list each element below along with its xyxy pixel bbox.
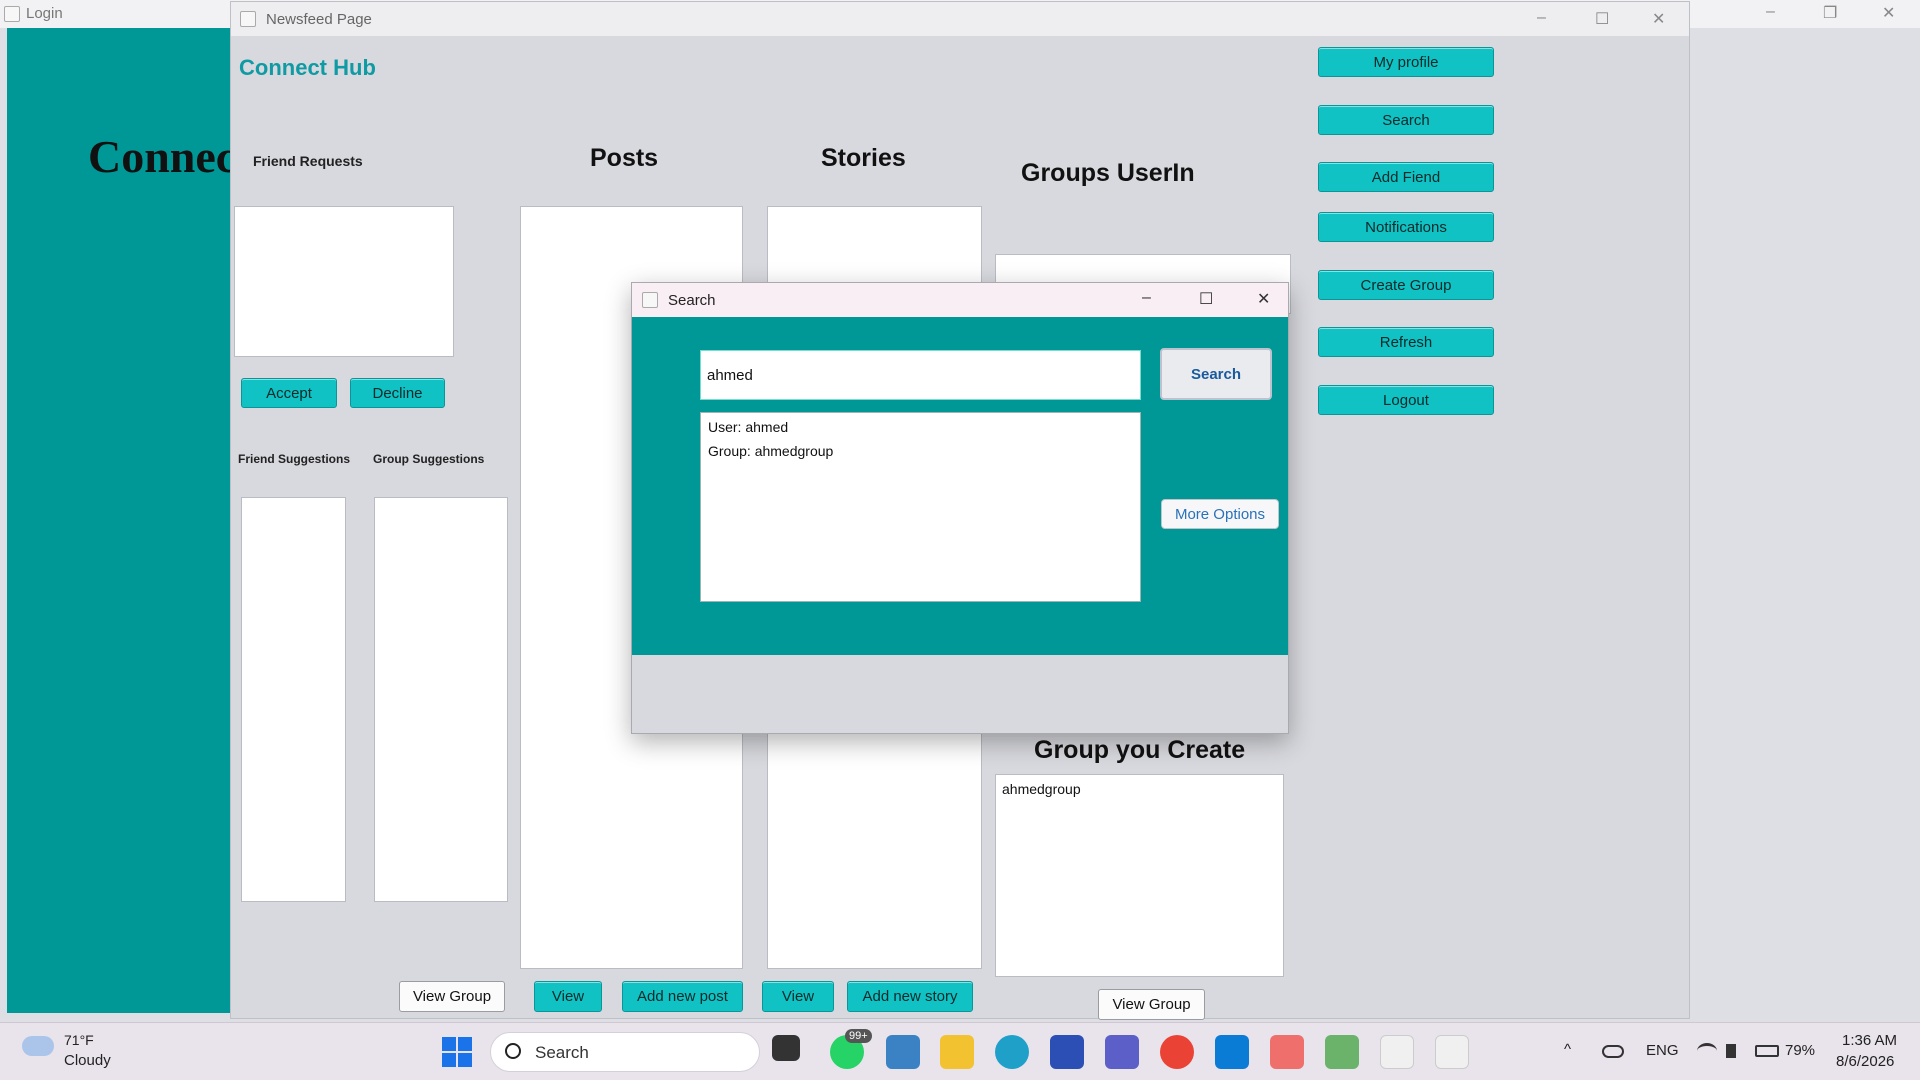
list-item[interactable]: User: ahmed — [708, 419, 1133, 435]
view-group-button[interactable]: View Group — [399, 981, 505, 1012]
search-dialog-titlebar[interactable]: Search – ☐ ✕ — [632, 283, 1288, 317]
login-window-title: Login — [26, 5, 63, 22]
brand-title: Connect Hub — [239, 55, 376, 80]
decline-button[interactable]: Decline — [350, 378, 445, 408]
search-input[interactable] — [700, 350, 1141, 400]
weather-temp[interactable]: 71°F — [64, 1032, 94, 1048]
vscode-icon[interactable] — [1215, 1035, 1249, 1069]
newsfeed-titlebar[interactable]: Newsfeed Page – ☐ ✕ — [231, 2, 1689, 36]
minimize-icon[interactable]: – — [1537, 9, 1546, 27]
friend-suggestions-list[interactable] — [241, 497, 346, 902]
notifications-button[interactable]: Notifications — [1318, 212, 1494, 242]
friend-suggestions-label: Friend Suggestions — [238, 452, 351, 466]
group-you-create-heading: Group you Create — [1034, 736, 1246, 764]
weather-desc[interactable]: Cloudy — [64, 1052, 111, 1069]
chevron-up-icon[interactable]: ^ — [1564, 1041, 1571, 1058]
newsfeed-window-title: Newsfeed Page — [266, 11, 372, 28]
create-group-button[interactable]: Create Group — [1318, 270, 1494, 300]
groups-userin-heading: Groups UserIn — [1021, 159, 1195, 187]
more-options-button[interactable]: More Options — [1161, 499, 1279, 529]
created-groups-list[interactable]: ahmedgroup — [995, 774, 1284, 977]
stories-heading: Stories — [821, 144, 906, 172]
login-heading: Connec — [88, 131, 237, 182]
search-button[interactable]: Search — [1318, 105, 1494, 135]
minimize-icon[interactable]: – — [1766, 3, 1775, 21]
view-posts-button[interactable]: View — [534, 981, 602, 1012]
my-profile-button[interactable]: My profile — [1318, 47, 1494, 77]
group-suggestions-list[interactable] — [374, 497, 508, 902]
app-diamond-icon[interactable] — [1270, 1035, 1304, 1069]
minimize-icon[interactable]: – — [1142, 289, 1151, 307]
taskbar: 71°F Cloudy Search 99+ ^ ENG 79% 1:36 AM… — [0, 1022, 1920, 1080]
clock-time[interactable]: 1:36 AM — [1842, 1032, 1897, 1049]
posts-heading: Posts — [590, 144, 659, 172]
chrome-icon[interactable] — [1160, 1035, 1194, 1069]
add-new-post-button[interactable]: Add new post — [622, 981, 743, 1012]
group-suggestions-label: Group Suggestions — [373, 452, 485, 466]
java-app-icon — [4, 6, 20, 22]
java-app-icon[interactable] — [1380, 1035, 1414, 1069]
clock-date[interactable]: 8/6/2026 — [1836, 1053, 1894, 1070]
snipping-tool-icon[interactable] — [886, 1035, 920, 1069]
java-app-icon[interactable] — [1435, 1035, 1469, 1069]
hexagon-app-icon[interactable] — [1325, 1035, 1359, 1069]
task-view-icon[interactable] — [772, 1035, 800, 1061]
close-icon[interactable]: ✕ — [1882, 3, 1895, 23]
search-dialog-title: Search — [668, 292, 716, 309]
refresh-button[interactable]: Refresh — [1318, 327, 1494, 357]
friend-requests-label: Friend Requests — [253, 153, 363, 169]
close-icon[interactable]: ✕ — [1257, 289, 1270, 309]
view-stories-button[interactable]: View — [762, 981, 834, 1012]
taskbar-search-placeholder: Search — [535, 1043, 589, 1062]
search-icon — [505, 1043, 521, 1059]
teams-icon[interactable] — [1105, 1035, 1139, 1069]
volume-icon[interactable] — [1726, 1044, 1736, 1058]
java-app-icon — [642, 292, 658, 308]
maximize-icon[interactable]: ☐ — [1199, 289, 1213, 309]
onedrive-icon[interactable] — [1602, 1045, 1624, 1058]
search-submit-button[interactable]: Search — [1160, 348, 1272, 400]
windows-start-icon[interactable] — [442, 1037, 472, 1067]
accept-button[interactable]: Accept — [241, 378, 337, 408]
maximize-icon[interactable]: ☐ — [1595, 9, 1609, 29]
battery-percentage[interactable]: 79% — [1785, 1042, 1815, 1059]
list-item[interactable]: ahmedgroup — [1002, 781, 1277, 797]
add-new-story-button[interactable]: Add new story — [847, 981, 973, 1012]
java-app-icon — [240, 11, 256, 27]
cloud-icon — [22, 1036, 54, 1056]
view-group-created-button[interactable]: View Group — [1098, 989, 1205, 1020]
file-explorer-icon[interactable] — [940, 1035, 974, 1069]
whatsapp-badge: 99+ — [845, 1029, 872, 1043]
wifi-icon[interactable] — [1697, 1043, 1717, 1059]
add-friend-button[interactable]: Add Fiend — [1318, 162, 1494, 192]
logout-button[interactable]: Logout — [1318, 385, 1494, 415]
restore-icon[interactable]: ❐ — [1823, 3, 1837, 23]
close-icon[interactable]: ✕ — [1652, 9, 1665, 29]
search-results-list[interactable]: User: ahmed Group: ahmedgroup — [700, 412, 1141, 602]
search-dialog: Search – ☐ ✕ Search User: ahmed Group: a… — [631, 282, 1289, 734]
friend-requests-list[interactable] — [234, 206, 454, 357]
microsoft-store-icon[interactable] — [1050, 1035, 1084, 1069]
edge-icon[interactable] — [995, 1035, 1029, 1069]
list-item[interactable]: Group: ahmedgroup — [708, 443, 1133, 459]
language-indicator[interactable]: ENG — [1646, 1042, 1679, 1059]
battery-icon[interactable] — [1755, 1045, 1779, 1057]
taskbar-search-box[interactable]: Search — [490, 1032, 760, 1072]
